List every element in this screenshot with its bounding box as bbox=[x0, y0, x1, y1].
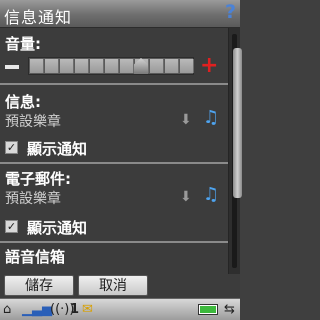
volume-increase-icon[interactable]: + bbox=[200, 55, 218, 77]
message-icon: ✉ bbox=[82, 302, 93, 317]
status-bar: ⌂ ▁▃▅ ((·)) 1 ✉ ⇆ bbox=[0, 298, 240, 320]
volume-segment bbox=[45, 59, 59, 73]
email-ringtone-value[interactable]: 預設樂章 bbox=[5, 188, 61, 208]
messages-label: 信息: bbox=[5, 93, 41, 111]
music-note-icon[interactable]: ♫ bbox=[203, 107, 219, 128]
volume-segment bbox=[75, 59, 89, 73]
music-note-icon[interactable]: ♫ bbox=[203, 184, 219, 205]
help-icon[interactable]: ? bbox=[225, 1, 236, 23]
signal-icon: ▁▃▅ bbox=[22, 302, 52, 317]
volume-segment bbox=[165, 59, 179, 73]
volume-segment bbox=[150, 59, 164, 73]
title-bar: 信息通知 ? bbox=[0, 0, 240, 28]
checkbox-label: 顯示通知 bbox=[27, 140, 88, 158]
email-label: 電子郵件: bbox=[5, 170, 71, 188]
volume-slider[interactable] bbox=[28, 57, 194, 75]
volume-segment bbox=[30, 59, 44, 73]
settings-list: 音量: + 信息: 預設樂章 ⬇ ♫ ✓ 顯示通知 電子郵件: 預設樂章 ⬇ ♫… bbox=[0, 28, 228, 274]
email-show-notification-checkbox-row[interactable]: ✓ 顯示通知 bbox=[5, 217, 225, 237]
volume-decrease-icon[interactable] bbox=[5, 65, 19, 69]
volume-segment bbox=[180, 59, 194, 73]
messages-ringtone-value[interactable]: 預設樂章 bbox=[5, 111, 61, 131]
checkbox[interactable]: ✓ bbox=[5, 141, 18, 154]
divider bbox=[0, 241, 228, 243]
messages-show-notification-checkbox-row[interactable]: ✓ 顯示通知 bbox=[5, 138, 225, 158]
volume-label: 音量: bbox=[5, 35, 41, 53]
save-button[interactable]: 儲存 bbox=[4, 275, 74, 296]
sim-number: 1 bbox=[70, 302, 80, 317]
connectivity-icon[interactable]: ⇆ bbox=[224, 301, 235, 319]
divider bbox=[0, 162, 228, 164]
checkbox[interactable]: ✓ bbox=[5, 220, 18, 233]
arrow-down-icon[interactable]: ⬇ bbox=[180, 189, 192, 205]
home-icon[interactable]: ⌂ bbox=[3, 301, 11, 319]
battery-icon bbox=[198, 304, 218, 315]
scrollbar-track[interactable] bbox=[232, 34, 242, 268]
checkbox-label: 顯示通知 bbox=[27, 219, 88, 237]
volume-segment bbox=[120, 59, 134, 73]
page-title: 信息通知 bbox=[4, 8, 73, 27]
arrow-down-icon[interactable]: ⬇ bbox=[180, 112, 192, 128]
volume-segment bbox=[105, 59, 119, 73]
scrollbar[interactable] bbox=[228, 28, 242, 274]
cancel-button[interactable]: 取消 bbox=[78, 275, 148, 296]
volume-segment bbox=[60, 59, 74, 73]
divider bbox=[0, 83, 228, 85]
softkey-bar: 儲存 取消 bbox=[0, 274, 240, 298]
voicemail-label: 語音信箱 bbox=[5, 248, 66, 266]
scrollbar-thumb[interactable] bbox=[233, 48, 242, 198]
volume-segment bbox=[90, 59, 104, 73]
